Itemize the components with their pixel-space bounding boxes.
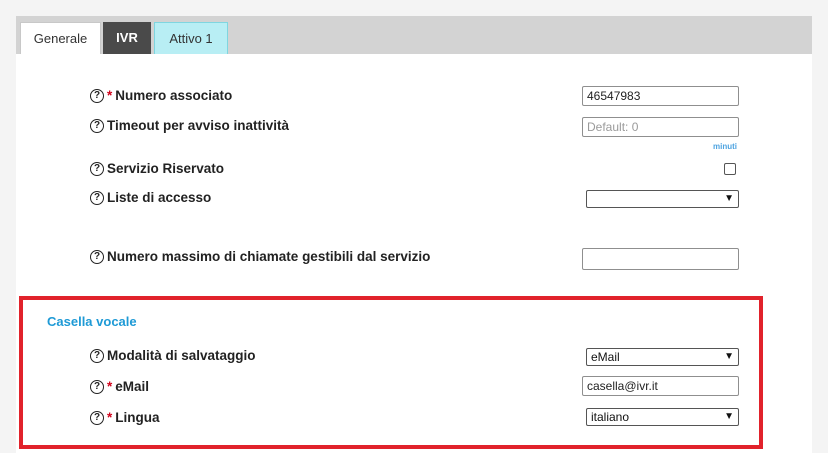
required-asterisk: * xyxy=(107,88,113,103)
question-circle-icon[interactable]: ? xyxy=(90,118,104,133)
modalita-select[interactable]: eMail ▼ xyxy=(586,348,739,366)
email-text: eMail xyxy=(115,379,150,394)
required-asterisk: * xyxy=(107,410,113,425)
tab-generale[interactable]: Generale xyxy=(20,22,101,54)
question-circle-icon[interactable]: ? xyxy=(90,88,104,103)
question-circle-icon[interactable]: ? xyxy=(90,161,104,176)
tab-bar: Generale IVR Attivo 1 xyxy=(16,16,812,54)
timeout-input[interactable] xyxy=(582,117,739,137)
email-input[interactable] xyxy=(582,376,739,396)
modalita-text: Modalità di salvataggio xyxy=(107,348,256,363)
numero-associato-input[interactable] xyxy=(582,86,739,106)
question-circle-icon[interactable]: ? xyxy=(90,348,104,363)
numero-associato-label: ? * Numero associato xyxy=(90,88,232,103)
tab-attivo-1[interactable]: Attivo 1 xyxy=(154,22,228,54)
lingua-text: Lingua xyxy=(115,410,160,425)
chevron-down-icon: ▼ xyxy=(724,411,734,422)
liste-accesso-label: ? Liste di accesso xyxy=(90,190,211,205)
timeout-label: ? Timeout per avviso inattività xyxy=(90,118,289,133)
timeout-unit: minuti xyxy=(713,142,737,151)
liste-accesso-text: Liste di accesso xyxy=(107,190,212,205)
question-circle-icon[interactable]: ? xyxy=(90,410,104,425)
form-panel: ? * Numero associato ? Timeout per avvis… xyxy=(16,54,812,453)
numero-massimo-label: ? Numero massimo di chiamate gestibili d… xyxy=(90,249,430,264)
servizio-riservato-label: ? Servizio Riservato xyxy=(90,161,224,176)
question-circle-icon[interactable]: ? xyxy=(90,249,104,264)
numero-massimo-input[interactable] xyxy=(582,248,739,270)
question-circle-icon[interactable]: ? xyxy=(90,379,104,394)
liste-accesso-select[interactable]: ▼ xyxy=(586,190,739,208)
lingua-value: italiano xyxy=(591,410,630,424)
chevron-down-icon: ▼ xyxy=(724,193,734,204)
required-asterisk: * xyxy=(107,379,113,394)
numero-massimo-text: Numero massimo di chiamate gestibili dal… xyxy=(107,249,431,264)
modalita-label: ? Modalità di salvataggio xyxy=(90,348,256,363)
casella-vocale-title: Casella vocale xyxy=(47,314,137,329)
servizio-riservato-checkbox[interactable] xyxy=(724,163,736,175)
numero-associato-text: Numero associato xyxy=(115,88,233,103)
timeout-text: Timeout per avviso inattività xyxy=(107,118,290,133)
email-label: ? * eMail xyxy=(90,379,149,394)
modalita-value: eMail xyxy=(591,350,620,364)
lingua-label: ? * Lingua xyxy=(90,410,160,425)
chevron-down-icon: ▼ xyxy=(724,351,734,362)
question-circle-icon[interactable]: ? xyxy=(90,190,104,205)
servizio-riservato-text: Servizio Riservato xyxy=(107,161,225,176)
tab-ivr[interactable]: IVR xyxy=(103,22,151,54)
lingua-select[interactable]: italiano ▼ xyxy=(586,408,739,426)
